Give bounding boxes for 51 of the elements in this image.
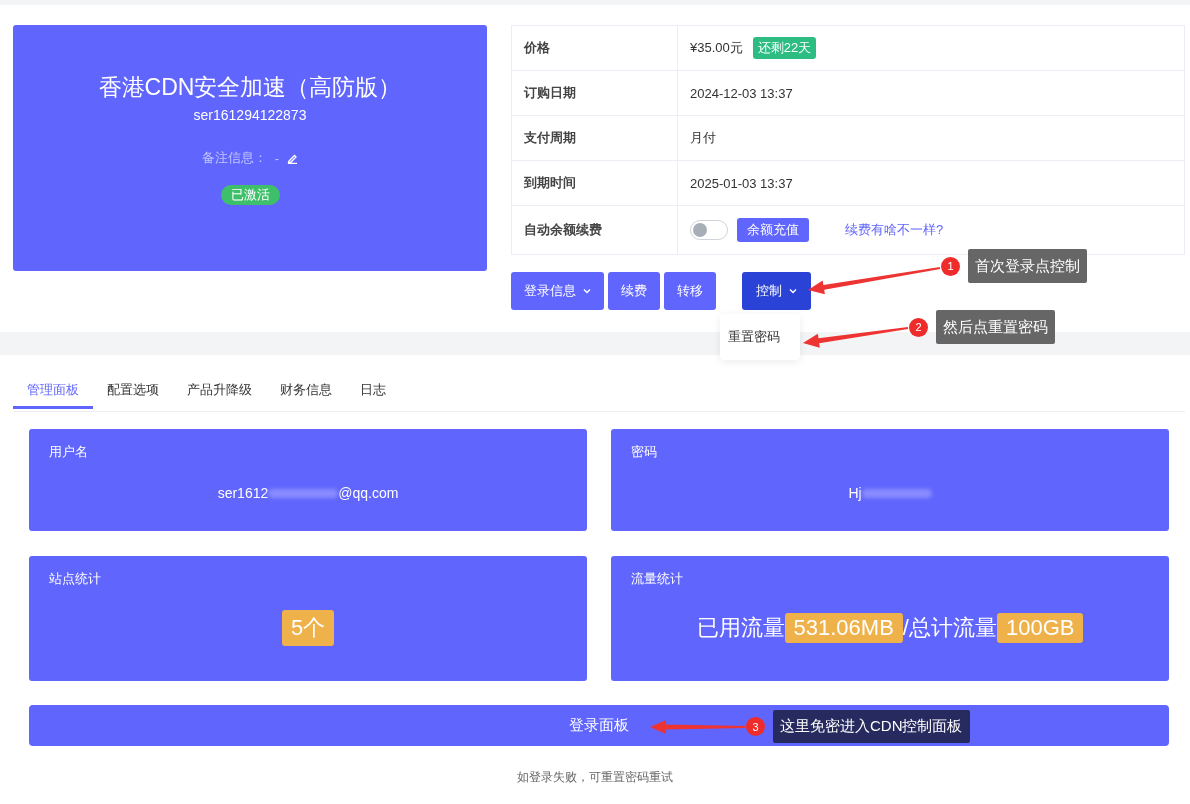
card-title: 密码 xyxy=(631,443,658,461)
step-number: 2 xyxy=(909,317,928,337)
renewal-link[interactable]: 续费有啥不一样? xyxy=(845,221,944,239)
blur-mark xyxy=(861,488,932,498)
tab[interactable]: 日志 xyxy=(346,377,400,409)
dropdown-button[interactable]: 登录信息 xyxy=(511,272,604,310)
tab[interactable]: 配置选项 xyxy=(93,377,173,409)
step-number: 1 xyxy=(941,256,960,276)
callout-tooltip: 首次登录点控制 xyxy=(968,249,1087,283)
card-title: 用户名 xyxy=(49,443,89,461)
table-cell: 2025-01-03 13:37 xyxy=(677,160,1185,206)
row-label: 自动余额续费 xyxy=(511,205,678,255)
used-label: 已用流量 xyxy=(696,613,785,642)
edit-icon[interactable] xyxy=(287,152,299,164)
table-cell: 月付 xyxy=(677,115,1185,161)
row-label: 价格 xyxy=(511,25,678,71)
masked-value: Hj xyxy=(848,485,862,501)
tab[interactable]: 管理面板 xyxy=(13,377,93,409)
used-traffic: 531.06MB xyxy=(784,612,903,643)
toggle-switch[interactable] xyxy=(690,220,728,240)
action-button[interactable]: 转移 xyxy=(664,272,716,310)
blur-mark xyxy=(268,488,339,498)
dropdown-button[interactable]: 控制 xyxy=(742,272,811,310)
caret-icon xyxy=(583,288,591,294)
note-label: 备注信息： xyxy=(201,149,267,167)
total-label: /总计流量 xyxy=(902,613,997,642)
row-label: 到期时间 xyxy=(511,160,678,206)
tab[interactable]: 财务信息 xyxy=(266,377,346,409)
callout-tooltip: 这里免密进入CDN控制面板 xyxy=(773,710,970,743)
status-badge: 已激活 xyxy=(220,185,280,205)
total-traffic: 100GB xyxy=(996,612,1084,643)
hint-text: 如登录失败，可重置密码重试 xyxy=(517,769,673,786)
price-value: ¥35.00元 xyxy=(690,39,743,57)
card-title: 流量统计 xyxy=(631,570,684,588)
service-id: ser161294122873 xyxy=(193,107,307,123)
site-count: 5个 xyxy=(281,609,335,646)
masked-value: ser1612 xyxy=(217,485,269,501)
row-label: 订购日期 xyxy=(511,70,678,116)
product-title: 香港CDN安全加速（高防版） xyxy=(98,73,402,101)
row-label: 支付周期 xyxy=(511,115,678,161)
caret-icon xyxy=(789,288,797,294)
recharge-button[interactable]: 余额充值 xyxy=(737,218,809,242)
table-cell: 2024-12-03 13:37 xyxy=(677,70,1185,116)
email-domain: @qq.com xyxy=(338,485,399,501)
menu-item[interactable]: 重置密码 xyxy=(720,322,800,352)
card-title: 站点统计 xyxy=(49,570,102,588)
note-value: - xyxy=(274,150,280,166)
action-button[interactable]: 续费 xyxy=(608,272,660,310)
days-left-badge: 还剩22天 xyxy=(752,37,817,59)
tab[interactable]: 产品升降级 xyxy=(173,377,266,409)
callout-tooltip: 然后点重置密码 xyxy=(936,310,1055,344)
